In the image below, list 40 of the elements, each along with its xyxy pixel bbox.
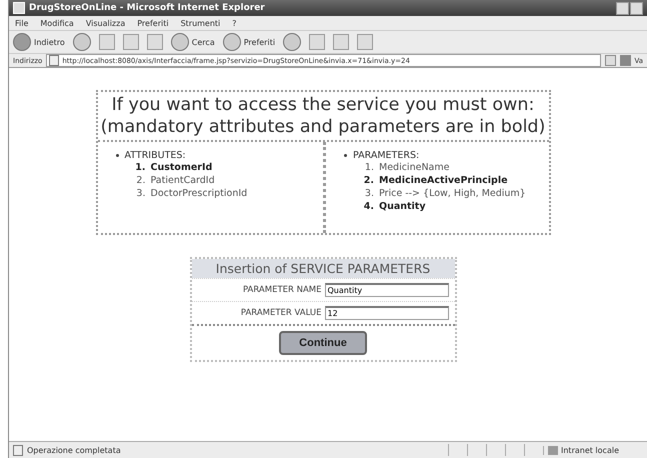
list-number: 1. bbox=[364, 161, 374, 174]
list-number: 3. bbox=[135, 187, 146, 200]
heading: If you want to access the service you must own: bbox=[110, 94, 536, 116]
list-item: Price --> {Low, High, Medium} bbox=[379, 187, 526, 200]
menu-item[interactable]: Strumenti bbox=[180, 18, 220, 28]
list-number: 1. bbox=[134, 161, 146, 174]
bullet-icon bbox=[344, 154, 347, 157]
list-item: Quantity bbox=[379, 200, 426, 213]
list-number: 2. bbox=[135, 174, 146, 187]
status-text: Operazione completata bbox=[27, 446, 121, 454]
list-number: 2. bbox=[362, 174, 374, 187]
list-item: CustomerId bbox=[150, 161, 212, 174]
list-number: 3. bbox=[364, 187, 374, 200]
favorites-button[interactable]: Preferiti bbox=[222, 33, 276, 51]
field-label: PARAMETER NAME bbox=[242, 285, 322, 295]
field-label: PARAMETER VALUE bbox=[240, 308, 322, 318]
zone-text: Intranet locale bbox=[561, 446, 619, 454]
input-field[interactable]: Quantity bbox=[324, 283, 448, 297]
list-item: MedicineActivePrinciple bbox=[379, 174, 508, 187]
menu-item[interactable]: Modifica bbox=[40, 18, 74, 28]
list-item: DoctorPrescriptionId bbox=[150, 187, 248, 200]
input-field[interactable]: 12 bbox=[324, 306, 448, 320]
bullet-icon bbox=[116, 154, 118, 157]
form-title: Insertion of SERVICE PARAMETERS bbox=[192, 259, 454, 278]
back-button[interactable]: Indietro bbox=[13, 33, 65, 51]
list-item: MedicineName bbox=[379, 161, 450, 174]
maximize-button[interactable] bbox=[630, 2, 643, 14]
continue-button[interactable]: Continue bbox=[279, 331, 367, 355]
list-number: 4. bbox=[362, 200, 374, 213]
menu-item[interactable]: ? bbox=[232, 18, 237, 28]
heading: (mandatory attributes and parameters are in bold) bbox=[100, 116, 546, 138]
search-button[interactable]: Cerca bbox=[170, 33, 215, 51]
menu-item[interactable]: Preferiti bbox=[137, 18, 169, 28]
menu-item[interactable]: File bbox=[15, 18, 28, 28]
list-item: PatientCardId bbox=[150, 174, 215, 187]
list-title: PARAMETERS: bbox=[353, 150, 420, 161]
minimize-button[interactable] bbox=[616, 2, 629, 14]
window-title: DrugStoreOnLine - Microsoft Internet Explorer bbox=[29, 3, 265, 13]
list-title: ATTRIBUTES: bbox=[124, 150, 186, 161]
menu-item[interactable]: Visualizza bbox=[86, 18, 126, 28]
